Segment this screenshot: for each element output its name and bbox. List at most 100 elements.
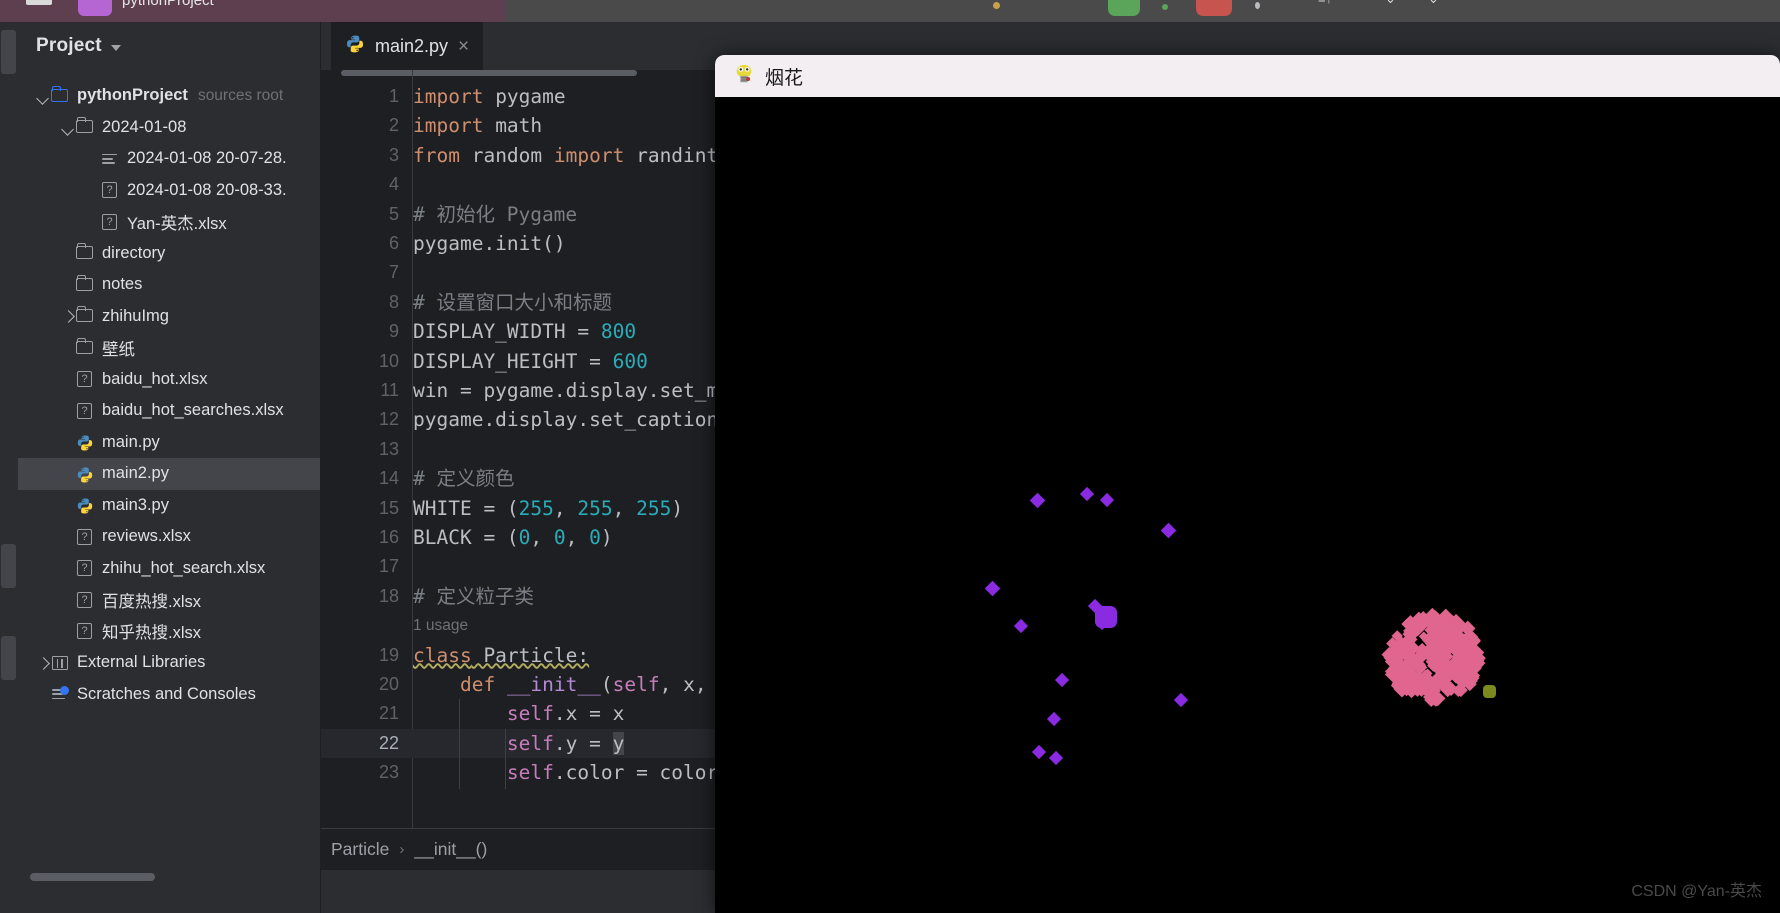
- sidebar-item-9[interactable]: ? baidu_hot.xlsx: [18, 364, 320, 396]
- tool-window-structure-tab[interactable]: [1, 544, 16, 588]
- token: import: [413, 85, 484, 108]
- sidebar-item-1[interactable]: 2024-01-08: [18, 112, 320, 144]
- sidebar-item-0[interactable]: pythonProject sources root: [18, 80, 320, 112]
- token: __init__: [506, 673, 601, 696]
- chevron-right-icon[interactable]: [61, 309, 75, 323]
- chevron-right-icon[interactable]: [36, 656, 50, 670]
- more-actions-icon[interactable]: [1255, 2, 1260, 9]
- chevron-down-icon[interactable]: [36, 89, 50, 103]
- tab-main2-py[interactable]: main2.py ×: [331, 22, 484, 70]
- line-number: 5: [388, 203, 399, 224]
- run-status-dot-icon: [1162, 4, 1168, 10]
- sidebar-item-label: main.py: [102, 432, 160, 451]
- token: 0: [589, 526, 601, 549]
- indent-guide: [459, 699, 460, 790]
- pygame-window[interactable]: 烟花 CSDN @Yan-英杰: [715, 55, 1780, 913]
- token: 800: [600, 320, 637, 344]
- breadcrumb-method[interactable]: __init__(): [414, 839, 487, 860]
- token: import: [553, 143, 625, 167]
- sidebar-item-6[interactable]: notes: [18, 269, 320, 301]
- line-source: # 初始化 Pygame: [413, 200, 577, 229]
- token: .y =: [553, 731, 613, 755]
- sidebar-item-10[interactable]: ? baidu_hot_searches.xlsx: [18, 395, 320, 427]
- token: self: [506, 702, 554, 726]
- pygame-title-bar[interactable]: 烟花: [715, 55, 1780, 97]
- token: # 定义颜色: [413, 467, 515, 491]
- chevron-down-icon[interactable]: [110, 44, 121, 51]
- sidebar-item-14[interactable]: ? reviews.xlsx: [18, 521, 320, 553]
- token: 600: [612, 349, 648, 373]
- line-number: 15: [378, 497, 399, 518]
- xlsx-icon: ?: [75, 370, 95, 388]
- tool-window-bookmarks-tab[interactable]: [1, 636, 16, 680]
- line-source: WHITE = (255, 255, 255): [413, 494, 683, 523]
- pygame-canvas[interactable]: CSDN @Yan-英杰: [715, 97, 1780, 913]
- sidebar-item-15[interactable]: ? zhihu_hot_search.xlsx: [18, 553, 320, 585]
- token: 255: [577, 496, 613, 520]
- sidebar-item-18[interactable]: External Libraries: [18, 647, 320, 679]
- sidebar-item-label: 2024-01-08: [102, 117, 187, 136]
- git-branch-icon[interactable]: ≡↑: [1318, 0, 1332, 6]
- sidebar-item-3[interactable]: ? 2024-01-08 20-08-33.: [18, 175, 320, 207]
- warning-dot-icon: [993, 2, 1000, 9]
- sidebar-header[interactable]: Project: [18, 22, 320, 70]
- run-button[interactable]: [1108, 0, 1140, 16]
- search-icon[interactable]: ⌄: [1385, 0, 1396, 7]
- sidebar-item-8[interactable]: 壁纸: [18, 332, 320, 364]
- breadcrumb-class[interactable]: Particle: [331, 839, 389, 860]
- firework-particle: [984, 580, 1000, 596]
- sidebar-item-5[interactable]: directory: [18, 238, 320, 270]
- firework-particle: [1054, 672, 1070, 688]
- token: .color = color: [553, 761, 719, 785]
- line-number: 4: [388, 174, 399, 195]
- folder-icon: [75, 117, 95, 136]
- firework-particle: [1013, 618, 1029, 634]
- sidebar-item-label: notes: [102, 275, 143, 294]
- text-lines-icon: [100, 150, 120, 168]
- stop-button[interactable]: [1196, 0, 1232, 16]
- token: (: [600, 673, 613, 696]
- hamburger-icon[interactable]: [26, 0, 52, 5]
- token: class: [413, 643, 472, 667]
- sidebar-item-16[interactable]: ? 百度热搜.xlsx: [18, 584, 320, 616]
- sidebar-item-11[interactable]: main.py: [18, 427, 320, 459]
- sidebar-item-19[interactable]: Scratches and Consoles: [18, 679, 320, 711]
- line-number: 23: [378, 762, 399, 783]
- indent-guide: [505, 728, 506, 789]
- sidebar-item-label: main2.py: [102, 464, 169, 483]
- watermark: CSDN @Yan-英杰: [1631, 883, 1762, 900]
- tool-window-project-tab[interactable]: [1, 30, 16, 74]
- sidebar-item-label: 知乎热搜.xlsx: [102, 624, 201, 643]
- sidebar-item-2[interactable]: 2024-01-08 20-07-28.: [18, 143, 320, 175]
- line-number: 13: [378, 438, 399, 459]
- xlsx-icon: ?: [75, 622, 95, 640]
- settings-icon[interactable]: ⌄: [1428, 0, 1439, 7]
- close-icon[interactable]: ×: [458, 37, 469, 56]
- token: self: [612, 673, 660, 696]
- sidebar-item-4[interactable]: ? Yan-英杰.xlsx: [18, 206, 320, 238]
- chevron-down-icon[interactable]: [61, 120, 75, 134]
- sidebar-item-17[interactable]: ? 知乎热搜.xlsx: [18, 616, 320, 648]
- sidebar-item-12[interactable]: main2.py: [18, 458, 320, 490]
- sidebar-item-7[interactable]: zhihuImg: [18, 301, 320, 333]
- line-source: # 设置窗口大小和标题: [413, 288, 612, 317]
- sidebar-item-13[interactable]: main3.py: [18, 490, 320, 522]
- line-source: pygame.display.set_caption("烟: [413, 405, 761, 434]
- token: math: [483, 114, 543, 138]
- python-icon: [75, 465, 95, 483]
- line-source: DISPLAY_WIDTH = 800: [413, 317, 636, 346]
- sidebar-item-label: pythonProject: [77, 86, 188, 105]
- token: WHITE = (: [413, 496, 519, 520]
- token: self: [506, 731, 554, 755]
- firework-particle: [1029, 492, 1045, 508]
- xlsx-icon: ?: [100, 181, 120, 199]
- token: DISPLAY_WIDTH =: [413, 320, 601, 344]
- line-source: self.x = x: [413, 699, 624, 728]
- sidebar-item-label: main3.py: [102, 495, 169, 514]
- folder-blue-icon: [50, 85, 70, 105]
- project-badge-icon[interactable]: [78, 0, 112, 16]
- sidebar-horizontal-scrollbar[interactable]: [30, 873, 155, 881]
